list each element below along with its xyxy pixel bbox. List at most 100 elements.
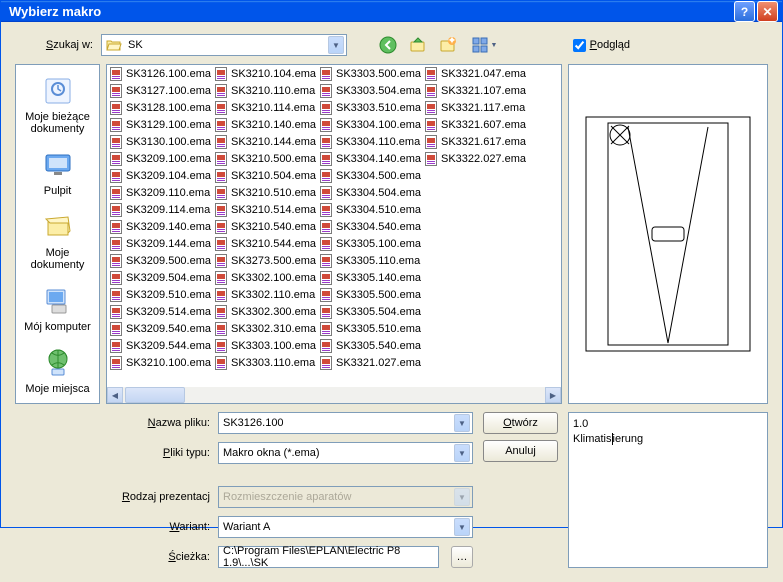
file-item[interactable]: SK3304.510.ema	[317, 201, 422, 218]
file-item[interactable]: SK3209.144.ema	[107, 235, 212, 252]
file-item[interactable]: SK3321.107.ema	[422, 82, 527, 99]
filename-input[interactable]: SK3126.100▼	[218, 412, 473, 434]
up-button[interactable]	[407, 34, 429, 56]
horizontal-scrollbar[interactable]: ◀ ▶	[107, 387, 561, 403]
file-item[interactable]: SK3210.500.ema	[212, 150, 317, 167]
presentation-label: Rodzaj prezentacj	[110, 491, 210, 503]
file-item[interactable]: SK3210.114.ema	[212, 99, 317, 116]
back-button[interactable]	[377, 34, 399, 56]
file-item[interactable]: SK3209.500.ema	[107, 252, 212, 269]
file-item[interactable]: SK3129.100.ema	[107, 116, 212, 133]
file-item[interactable]: SK3128.100.ema	[107, 99, 212, 116]
places-bar: Moje bieżące dokumenty Pulpit Moje dokum…	[15, 64, 100, 404]
file-item[interactable]: SK3304.110.ema	[317, 133, 422, 150]
file-item[interactable]: SK3209.100.ema	[107, 150, 212, 167]
file-item[interactable]: SK3304.504.ema	[317, 184, 422, 201]
file-item[interactable]: SK3209.514.ema	[107, 303, 212, 320]
file-item[interactable]: SK3302.110.ema	[212, 286, 317, 303]
path-input[interactable]: C:\Program Files\EPLAN\Electric P8 1.9\.…	[218, 546, 439, 568]
file-item[interactable]: SK3302.300.ema	[212, 303, 317, 320]
file-item[interactable]: SK3210.110.ema	[212, 82, 317, 99]
file-item[interactable]: SK3304.140.ema	[317, 150, 422, 167]
file-item[interactable]: SK3210.544.ema	[212, 235, 317, 252]
place-desktop[interactable]: Pulpit	[16, 143, 99, 205]
file-item[interactable]: SK3209.140.ema	[107, 218, 212, 235]
folder-open-icon	[106, 38, 122, 52]
file-item[interactable]: SK3302.100.ema	[212, 269, 317, 286]
file-item[interactable]: SK3210.104.ema	[212, 65, 317, 82]
new-folder-button[interactable]: ✦	[437, 34, 459, 56]
file-item[interactable]: SK3304.100.ema	[317, 116, 422, 133]
file-item[interactable]: SK3303.510.ema	[317, 99, 422, 116]
file-list[interactable]: SK3126.100.emaSK3127.100.emaSK3128.100.e…	[106, 64, 562, 404]
file-item[interactable]: SK3209.110.ema	[107, 184, 212, 201]
views-button[interactable]: ▼	[467, 34, 501, 56]
file-item[interactable]: SK3305.510.ema	[317, 320, 422, 337]
search-in-label: Szukaj w:	[15, 39, 93, 51]
file-item[interactable]: SK3210.540.ema	[212, 218, 317, 235]
file-item[interactable]: SK3305.110.ema	[317, 252, 422, 269]
file-item[interactable]: SK3209.504.ema	[107, 269, 212, 286]
file-item[interactable]: SK3305.100.ema	[317, 235, 422, 252]
scroll-thumb[interactable]	[125, 387, 185, 403]
file-item[interactable]: SK3321.607.ema	[422, 116, 527, 133]
preview-checkbox[interactable]	[573, 39, 586, 52]
variant-combo[interactable]: Wariant A▼	[218, 516, 473, 538]
help-button[interactable]: ?	[734, 1, 755, 22]
open-button[interactable]: Otwórz	[483, 412, 558, 434]
file-item[interactable]: SK3321.027.ema	[317, 354, 422, 371]
cancel-button[interactable]: Anuluj	[483, 440, 558, 462]
place-documents[interactable]: Moje dokumenty	[16, 205, 99, 279]
window-title: Wybierz makro	[5, 4, 732, 19]
file-item[interactable]: SK3209.540.ema	[107, 320, 212, 337]
file-item[interactable]: SK3210.140.ema	[212, 116, 317, 133]
path-label: Ścieżka:	[110, 551, 210, 563]
file-item[interactable]: SK3305.500.ema	[317, 286, 422, 303]
dropdown-icon: ▼	[328, 36, 344, 54]
file-item[interactable]: SK3321.617.ema	[422, 133, 527, 150]
file-item[interactable]: SK3210.504.ema	[212, 167, 317, 184]
file-item[interactable]: SK3273.500.ema	[212, 252, 317, 269]
close-button[interactable]: ✕	[757, 1, 778, 22]
file-item[interactable]: SK3210.510.ema	[212, 184, 317, 201]
file-item[interactable]: SK3209.544.ema	[107, 337, 212, 354]
file-item[interactable]: SK3305.504.ema	[317, 303, 422, 320]
file-item[interactable]: SK3304.540.ema	[317, 218, 422, 235]
file-item[interactable]: SK3126.100.ema	[107, 65, 212, 82]
file-item[interactable]: SK3321.117.ema	[422, 99, 527, 116]
file-item[interactable]: SK3209.114.ema	[107, 201, 212, 218]
filename-label: Nazwa pliku:	[110, 417, 210, 429]
file-item[interactable]: SK3209.510.ema	[107, 286, 212, 303]
scroll-left-icon[interactable]: ◀	[107, 387, 123, 403]
file-item[interactable]: SK3210.144.ema	[212, 133, 317, 150]
place-computer[interactable]: Mój komputer	[16, 279, 99, 341]
info-box: 1.0 Klimatisierung	[568, 412, 768, 568]
browse-path-button[interactable]: …	[451, 546, 473, 568]
variant-label: Wariant:	[110, 521, 210, 533]
file-item[interactable]: SK3210.100.ema	[107, 354, 212, 371]
preview-checkbox-row[interactable]: Podgląd	[573, 39, 630, 52]
file-item[interactable]: SK3303.100.ema	[212, 337, 317, 354]
file-item[interactable]: SK3130.100.ema	[107, 133, 212, 150]
search-in-value: SK	[128, 39, 328, 51]
file-item[interactable]: SK3303.110.ema	[212, 354, 317, 371]
file-item[interactable]: SK3209.104.ema	[107, 167, 212, 184]
info-line2: Klimatisierung	[573, 432, 763, 447]
file-item[interactable]: SK3302.310.ema	[212, 320, 317, 337]
file-item[interactable]: SK3303.504.ema	[317, 82, 422, 99]
titlebar: Wybierz makro ? ✕	[1, 1, 782, 22]
file-item[interactable]: SK3127.100.ema	[107, 82, 212, 99]
info-line1: 1.0	[573, 417, 763, 432]
filetype-combo[interactable]: Makro okna (*.ema)▼	[218, 442, 473, 464]
file-item[interactable]: SK3305.540.ema	[317, 337, 422, 354]
scroll-right-icon[interactable]: ▶	[545, 387, 561, 403]
place-network[interactable]: Moje miejsca	[16, 341, 99, 403]
search-in-combo[interactable]: SK ▼	[101, 34, 347, 56]
file-item[interactable]: SK3304.500.ema	[317, 167, 422, 184]
file-item[interactable]: SK3303.500.ema	[317, 65, 422, 82]
file-item[interactable]: SK3305.140.ema	[317, 269, 422, 286]
file-item[interactable]: SK3322.027.ema	[422, 150, 527, 167]
file-item[interactable]: SK3210.514.ema	[212, 201, 317, 218]
place-recent[interactable]: Moje bieżące dokumenty	[16, 69, 99, 143]
file-item[interactable]: SK3321.047.ema	[422, 65, 527, 82]
